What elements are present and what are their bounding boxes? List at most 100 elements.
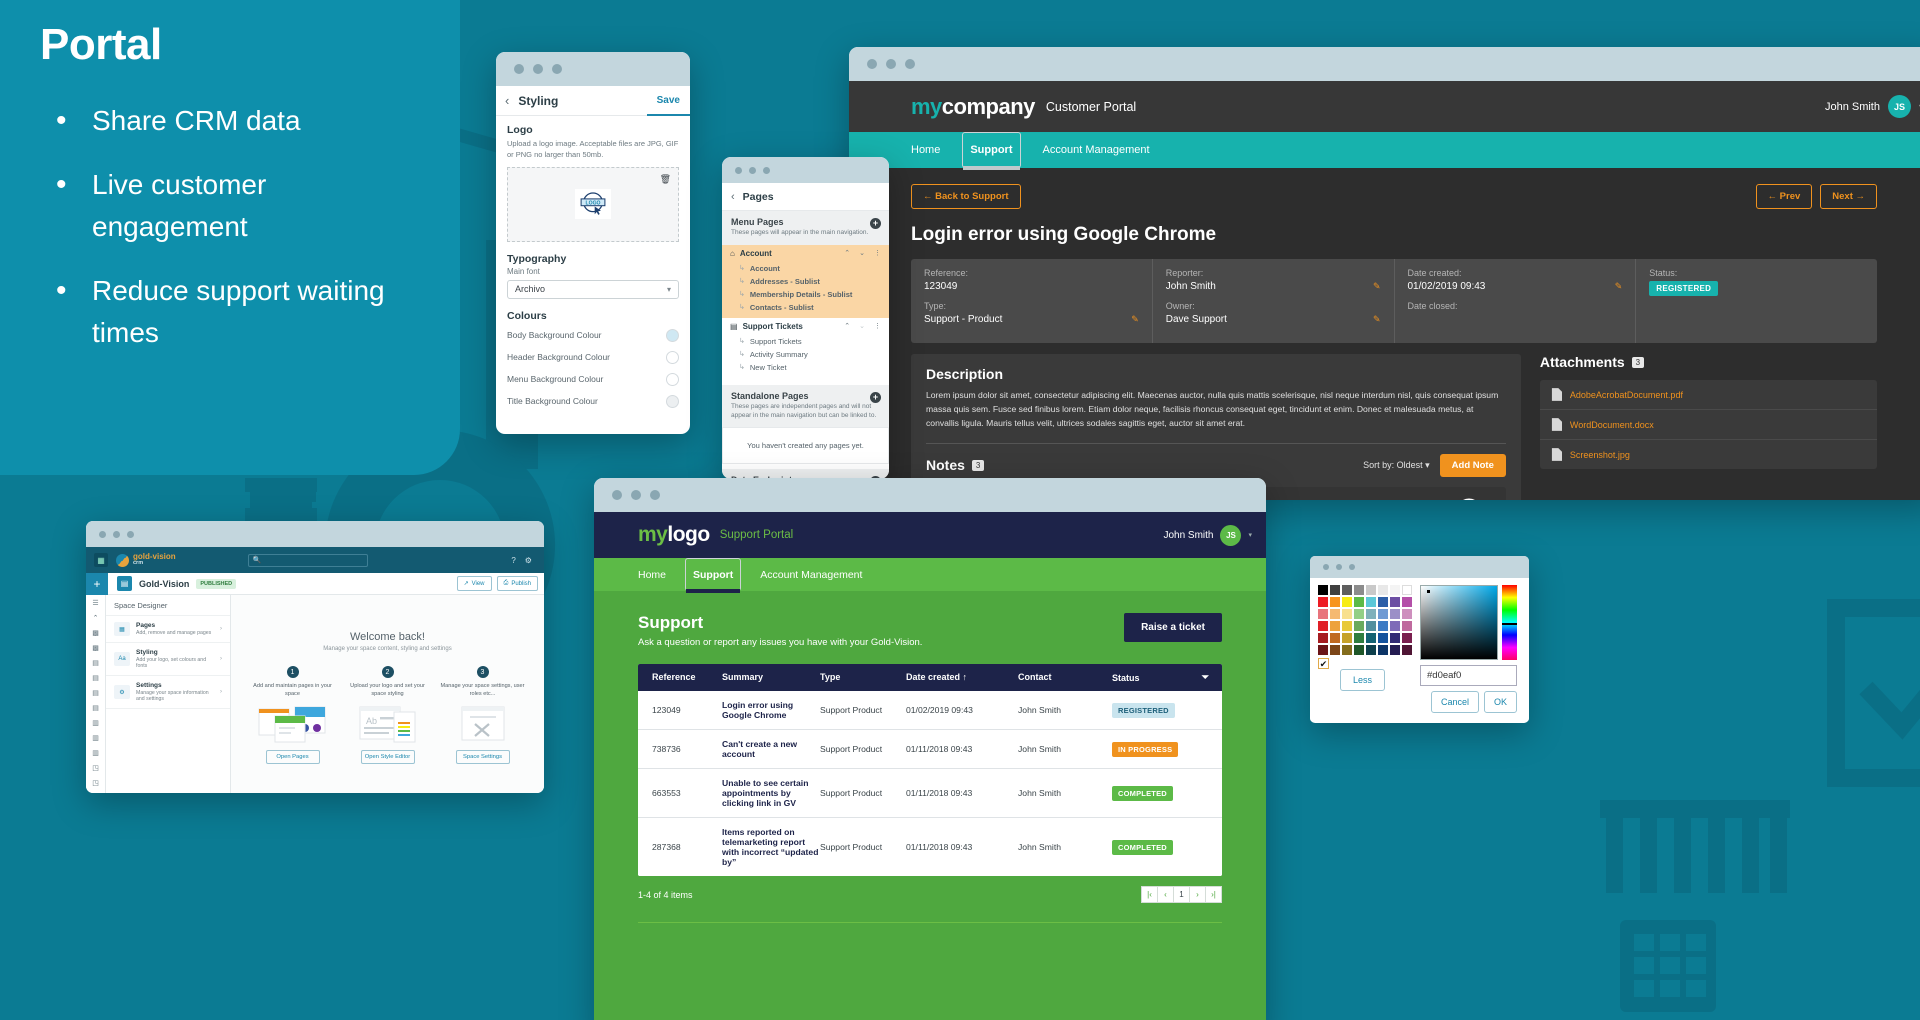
- palette-swatch[interactable]: [1390, 645, 1400, 655]
- colour-swatch[interactable]: [666, 372, 679, 386]
- palette-swatch[interactable]: [1378, 621, 1388, 631]
- publish-button[interactable]: ⎙ Publish: [496, 576, 538, 591]
- trash-icon[interactable]: 🗑: [660, 174, 671, 185]
- palette-swatch[interactable]: [1330, 609, 1340, 619]
- user-menu[interactable]: John Smith JS ▾: [1825, 95, 1920, 118]
- chevron-up-icon[interactable]: ⌃: [844, 322, 850, 330]
- palette-swatch[interactable]: [1402, 585, 1412, 595]
- calendar-icon[interactable]: ▥: [92, 734, 99, 742]
- more-options-icon[interactable]: ⋮: [874, 322, 881, 330]
- ok-button[interactable]: OK: [1483, 691, 1517, 713]
- sort-by-dropdown[interactable]: Sort by: Oldest ▾: [1363, 460, 1430, 471]
- menu-icon[interactable]: ☰: [92, 599, 98, 607]
- palette-swatch[interactable]: [1342, 645, 1352, 655]
- palette-swatch[interactable]: [1366, 609, 1376, 619]
- colour-swatch[interactable]: [666, 328, 679, 342]
- column-header-contact[interactable]: Contact: [1018, 672, 1112, 683]
- task-icon[interactable]: ▤: [92, 659, 99, 667]
- table-row[interactable]: 663553 Unable to see certain appointment…: [638, 769, 1222, 818]
- palette-swatch[interactable]: [1366, 597, 1376, 607]
- palette-swatch[interactable]: [1330, 585, 1340, 595]
- palette-swatch[interactable]: [1318, 645, 1328, 655]
- open-pages-button[interactable]: Open Pages: [265, 750, 320, 765]
- space-settings-button[interactable]: Space Settings: [455, 750, 510, 765]
- palette-swatch[interactable]: [1318, 585, 1328, 595]
- pagination-first[interactable]: |‹: [1141, 886, 1158, 903]
- nav-item-settings[interactable]: ⚙ Settings Manage your space information …: [106, 676, 230, 709]
- chevron-up-icon[interactable]: ⌃: [93, 614, 99, 622]
- calendar-icon[interactable]: ▥: [92, 719, 99, 727]
- page-subitem[interactable]: ↳ Support Tickets: [730, 335, 881, 348]
- column-header-type[interactable]: Type: [820, 672, 906, 683]
- pagination-next[interactable]: ›: [1189, 886, 1206, 903]
- tab-home[interactable]: Home: [911, 132, 940, 168]
- page-group-support-tickets[interactable]: ▤ Support Tickets ⌃ ⌄ ⋮: [722, 318, 889, 335]
- palette-swatch[interactable]: [1354, 621, 1364, 631]
- palette-swatch[interactable]: [1378, 645, 1388, 655]
- edit-pencil-icon[interactable]: ✎: [1373, 281, 1381, 292]
- colour-row-body[interactable]: Body Background Colour: [507, 324, 679, 346]
- palette-swatch[interactable]: [1402, 633, 1412, 643]
- gear-icon[interactable]: ⚙: [525, 556, 532, 565]
- palette-swatch[interactable]: [1378, 609, 1388, 619]
- palette-swatch[interactable]: [1402, 621, 1412, 631]
- colour-row-title[interactable]: Title Background Colour: [507, 390, 679, 412]
- campaign-icon[interactable]: ◳: [92, 779, 99, 787]
- palette-swatch[interactable]: [1366, 645, 1376, 655]
- palette-swatch[interactable]: [1330, 597, 1340, 607]
- prev-button[interactable]: ← Prev: [1755, 184, 1813, 209]
- palette-swatch[interactable]: [1342, 609, 1352, 619]
- page-subitem[interactable]: ↳ Account: [730, 262, 881, 275]
- palette-swatch[interactable]: [1354, 609, 1364, 619]
- palette-swatch[interactable]: [1354, 585, 1364, 595]
- campaign-icon[interactable]: ◳: [92, 764, 99, 772]
- palette-swatch[interactable]: [1366, 585, 1376, 595]
- chevron-down-icon[interactable]: ⌄: [859, 249, 865, 257]
- palette-swatch[interactable]: [1342, 597, 1352, 607]
- palette-swatch[interactable]: [1378, 633, 1388, 643]
- palette-swatch[interactable]: [1390, 609, 1400, 619]
- palette-swatch[interactable]: [1330, 621, 1340, 631]
- calendar-icon[interactable]: ▥: [92, 749, 99, 757]
- back-to-support-button[interactable]: ← Back to Support: [911, 184, 1021, 209]
- palette-swatch[interactable]: [1378, 585, 1388, 595]
- page-subitem[interactable]: ↳ Activity Summary: [730, 348, 881, 361]
- save-button[interactable]: Save: [646, 86, 690, 116]
- colour-swatch[interactable]: [666, 350, 679, 364]
- chevron-up-icon[interactable]: ⌃: [844, 249, 850, 257]
- less-button[interactable]: Less: [1340, 669, 1386, 691]
- palette-swatch[interactable]: [1402, 609, 1412, 619]
- column-header-date-created[interactable]: Date created ↑: [906, 672, 1018, 683]
- filter-icon[interactable]: ⏷: [1202, 672, 1222, 683]
- palette-swatch[interactable]: [1378, 597, 1388, 607]
- dashboard-icon[interactable]: ▩: [92, 629, 99, 637]
- palette-swatch[interactable]: [1342, 585, 1352, 595]
- dashboard-icon[interactable]: ▩: [92, 644, 99, 652]
- palette-swatch[interactable]: [1342, 633, 1352, 643]
- table-row[interactable]: 123049 Login error using Google Chrome S…: [638, 691, 1222, 730]
- chevron-left-icon[interactable]: ‹: [505, 93, 509, 108]
- add-note-button[interactable]: Add Note: [1439, 453, 1506, 477]
- raise-ticket-button[interactable]: Raise a ticket: [1124, 613, 1222, 642]
- tab-account-management[interactable]: Account Management: [760, 558, 862, 591]
- column-header-reference[interactable]: Reference: [638, 672, 722, 683]
- tab-account-management[interactable]: Account Management: [1043, 132, 1150, 168]
- palette-swatch[interactable]: [1390, 621, 1400, 631]
- palette-swatch[interactable]: [1402, 645, 1412, 655]
- table-row[interactable]: 738736 Can't create a new account Suppor…: [638, 730, 1222, 769]
- palette-swatch[interactable]: [1330, 633, 1340, 643]
- page-subitem[interactable]: ↳ Addresses - Sublist: [730, 275, 881, 288]
- column-header-summary[interactable]: Summary: [722, 672, 820, 683]
- attachment-item[interactable]: Screenshot.jpg: [1540, 440, 1877, 469]
- palette-swatch[interactable]: [1390, 585, 1400, 595]
- pagination-last[interactable]: ›|: [1205, 886, 1222, 903]
- hue-slider[interactable]: [1502, 585, 1517, 660]
- task-icon[interactable]: ▤: [92, 674, 99, 682]
- palette-swatch[interactable]: [1318, 609, 1328, 619]
- chevron-down-icon[interactable]: ⌄: [859, 322, 865, 330]
- tab-support[interactable]: Support: [962, 132, 1021, 170]
- logo-dropzone[interactable]: 🗑 LOGO: [507, 166, 679, 242]
- tab-support[interactable]: Support: [685, 558, 742, 593]
- edit-pencil-icon[interactable]: ✎: [1131, 314, 1139, 325]
- page-group-account[interactable]: ⌂ Account ⌃ ⌄ ⋮: [722, 244, 889, 262]
